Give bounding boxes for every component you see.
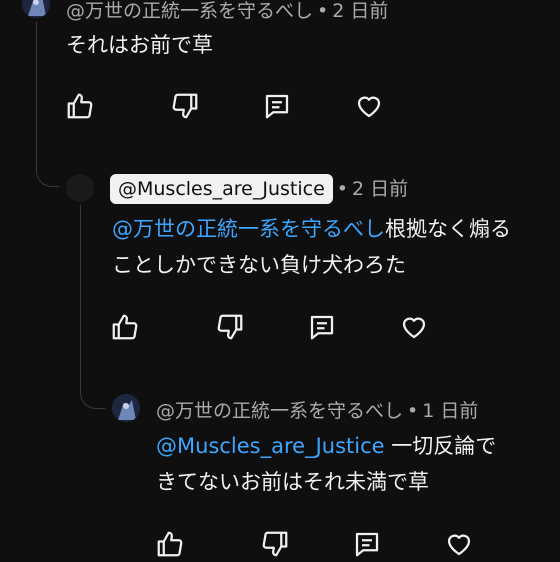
dislike-button[interactable] bbox=[167, 88, 203, 124]
mention-link[interactable]: @Muscles_are_Justice bbox=[156, 434, 385, 458]
comment-text-part: ことしかできない負け犬わろた bbox=[112, 253, 406, 277]
thumbs-up-icon bbox=[112, 314, 138, 340]
avatar-image bbox=[112, 394, 140, 422]
reply-icon bbox=[310, 315, 334, 340]
dislike-button[interactable] bbox=[212, 309, 248, 345]
reply-button[interactable] bbox=[349, 526, 385, 562]
comment-text: @Muscles_are_Justice 一切反論で bbox=[156, 428, 496, 464]
thumbs-down-icon bbox=[172, 93, 198, 119]
comment-text-part: 一切反論で bbox=[384, 434, 497, 458]
author-name[interactable]: @万世の正統一系を守るべし bbox=[66, 0, 313, 22]
comment-time[interactable]: 1 日前 bbox=[422, 400, 478, 422]
reply-button[interactable] bbox=[304, 309, 340, 345]
thread-line bbox=[80, 205, 81, 385]
heart-button[interactable] bbox=[441, 526, 477, 562]
thumbs-up-icon bbox=[157, 531, 183, 557]
heart-icon bbox=[402, 317, 426, 339]
author-name-chip[interactable]: @Muscles_are_Justice bbox=[110, 174, 333, 204]
author-name[interactable]: @万世の正統一系を守るべし bbox=[156, 400, 403, 422]
separator-dot: • bbox=[336, 178, 349, 200]
avatar-image bbox=[22, 0, 50, 18]
thread-branch bbox=[36, 150, 59, 187]
comment-text-line: ことしかできない負け犬わろた bbox=[112, 247, 406, 283]
avatar[interactable] bbox=[66, 174, 94, 202]
comment-text-part: きてないお前はそれ未満で草 bbox=[156, 470, 429, 494]
comment-time[interactable]: 2 日前 bbox=[352, 178, 408, 200]
separator-dot: • bbox=[317, 0, 329, 22]
thumbs-down-icon bbox=[262, 531, 288, 557]
comment-meta: @Muscles_are_Justice • 2 日前 bbox=[110, 174, 408, 204]
reply-icon bbox=[355, 532, 379, 557]
heart-button[interactable] bbox=[396, 309, 432, 345]
dislike-button[interactable] bbox=[257, 526, 293, 562]
mention-link[interactable]: @万世の正統一系を守るべし bbox=[112, 217, 385, 241]
separator-dot: • bbox=[407, 400, 419, 422]
comment-text-part: 根拠なく煽る bbox=[385, 217, 511, 241]
thumbs-down-icon bbox=[217, 314, 243, 340]
thread-branch bbox=[80, 372, 105, 409]
comment-meta: @万世の正統一系を守るべし • 1 日前 bbox=[156, 396, 478, 423]
comment-time[interactable]: 2 日前 bbox=[332, 0, 388, 22]
like-button[interactable] bbox=[62, 88, 98, 124]
thread-line bbox=[36, 22, 37, 162]
comment-meta: @万世の正統一系を守るべし • 2 日前 bbox=[66, 0, 388, 23]
thumbs-up-icon bbox=[67, 93, 93, 119]
like-button[interactable] bbox=[107, 309, 143, 345]
comment-text: それはお前で草 bbox=[66, 27, 213, 63]
avatar[interactable] bbox=[112, 394, 140, 422]
reply-button[interactable] bbox=[259, 88, 295, 124]
heart-icon bbox=[447, 534, 471, 556]
avatar[interactable] bbox=[22, 0, 50, 18]
heart-button[interactable] bbox=[351, 88, 387, 124]
heart-icon bbox=[357, 96, 381, 118]
like-button[interactable] bbox=[152, 526, 188, 562]
reply-icon bbox=[265, 94, 289, 119]
comment-text: @万世の正統一系を守るべし根拠なく煽る bbox=[112, 211, 511, 247]
comment-text-part: それはお前で草 bbox=[66, 33, 213, 57]
comment-text-line: きてないお前はそれ未満で草 bbox=[156, 464, 429, 500]
